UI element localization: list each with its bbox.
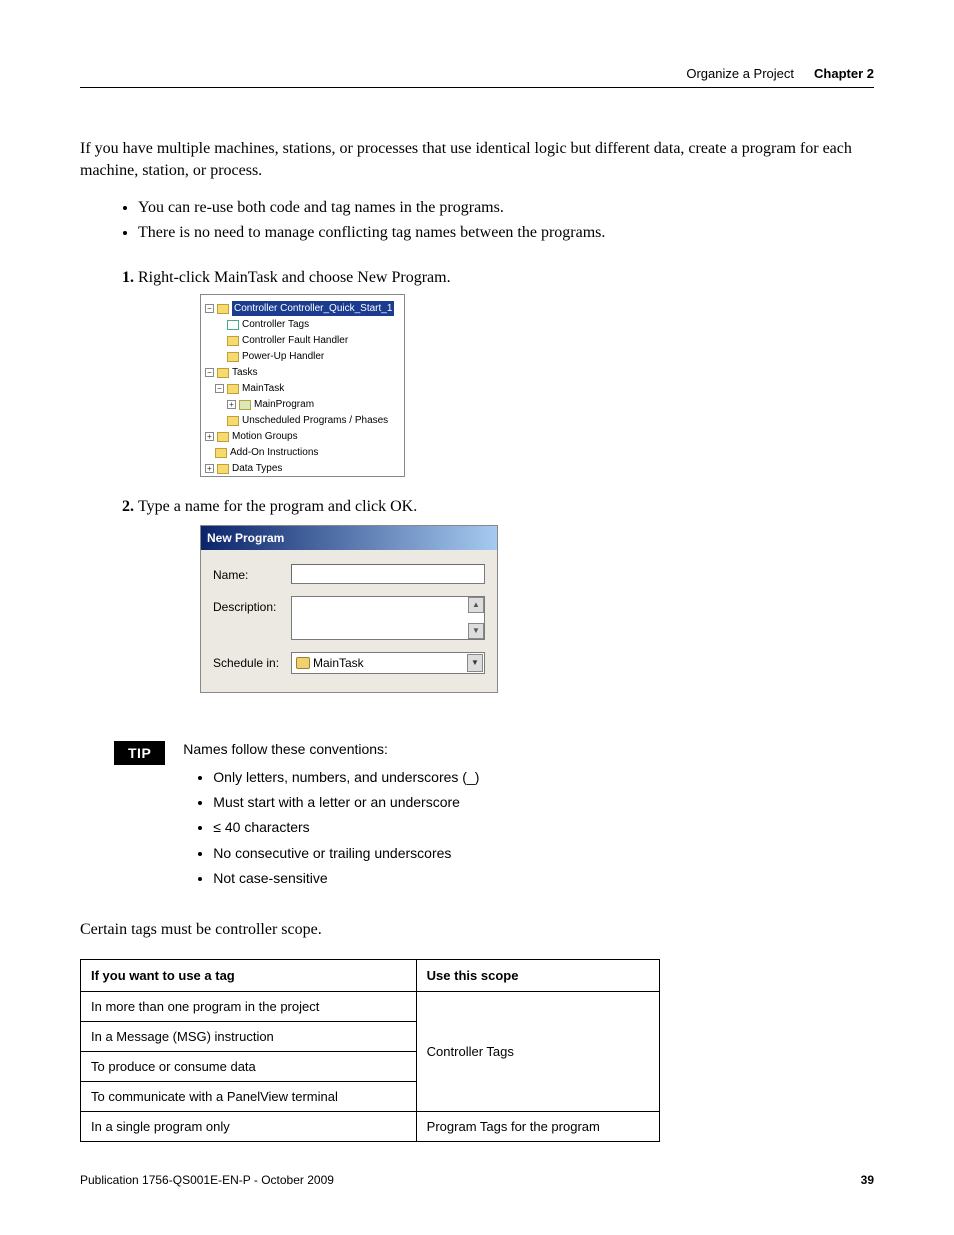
table-cell: To communicate with a PanelView terminal [81,1081,417,1111]
tree-root: Controller Controller_Quick_Start_1 [232,301,394,316]
page-number: 39 [861,1173,874,1187]
tip-item: Only letters, numbers, and underscores (… [213,765,479,790]
table-cell: To produce or consume data [81,1051,417,1081]
bullet-item: There is no need to manage conflicting t… [138,220,874,246]
tree-mainprogram: MainProgram [254,397,314,412]
task-icon [296,657,310,669]
project-tree-screenshot: − Controller Controller_Quick_Start_1 Con… [200,294,405,477]
tree-maintask: MainTask [242,381,284,396]
name-label: Name: [213,564,291,584]
tree-tasks: Tasks [232,365,258,380]
name-input[interactable] [291,564,485,584]
expand-icon: + [205,432,214,441]
table-header: Use this scope [416,959,659,991]
folder-icon [215,448,227,458]
tree-item: Power-Up Handler [242,349,324,364]
schedule-label: Schedule in: [213,652,291,672]
expand-icon: + [227,400,236,409]
dialog-title: New Program [201,526,497,550]
tree-item: Controller Fault Handler [242,333,348,348]
program-icon [239,400,251,410]
tip-badge: TIP [114,741,165,765]
table-cell: Program Tags for the program [416,1111,659,1141]
header-section: Organize a Project [686,66,794,81]
tree-unscheduled: Unscheduled Programs / Phases [242,413,388,428]
table-cell: In more than one program in the project [81,991,417,1021]
tip-item: ≤ 40 characters [213,815,479,840]
step-1: Right-click MainTask and choose New Prog… [138,266,874,477]
bullet-item: You can re-use both code and tag names i… [138,195,874,221]
tip-item: Must start with a letter or an underscor… [213,790,479,815]
new-program-dialog: New Program Name: Description: ▲ ▼ [200,525,498,693]
scrollbar[interactable]: ▲ ▼ [468,597,484,639]
tip-item: Not case-sensitive [213,866,479,891]
collapse-icon: − [205,304,214,313]
step-2: Type a name for the program and click OK… [138,495,874,693]
tree-datatypes: Data Types [232,461,282,476]
scope-intro: Certain tags must be controller scope. [80,921,874,939]
scope-table: If you want to use a tag Use this scope … [80,959,660,1142]
schedule-select[interactable]: MainTask ▼ [291,652,485,674]
schedule-value: MainTask [313,654,364,672]
page-header: Organize a Project Chapter 2 [80,66,874,88]
table-cell: In a Message (MSG) instruction [81,1021,417,1051]
tip-intro: Names follow these conventions: [183,741,479,757]
expand-icon: + [205,464,214,473]
folder-icon [227,416,239,426]
table-cell: In a single program only [81,1111,417,1141]
table-cell-merged: Controller Tags [416,991,659,1111]
steps-list: Right-click MainTask and choose New Prog… [138,266,874,693]
tags-icon [227,320,239,330]
folder-icon [217,464,229,474]
page-footer: Publication 1756-QS001E-EN-P - October 2… [80,1173,874,1187]
publication-info: Publication 1756-QS001E-EN-P - October 2… [80,1173,334,1187]
step-text: Type a name for the program and click OK… [138,498,417,515]
intro-paragraph: If you have multiple machines, stations,… [80,138,874,183]
tree-item: Controller Tags [242,317,309,332]
scroll-down-icon[interactable]: ▼ [468,623,484,639]
folder-icon [227,352,239,362]
intro-bullets: You can re-use both code and tag names i… [138,195,874,246]
description-input[interactable]: ▲ ▼ [291,596,485,640]
task-icon [227,384,239,394]
step-text: Right-click MainTask and choose New Prog… [138,269,451,286]
tree-motion: Motion Groups [232,429,298,444]
tip-list: Only letters, numbers, and underscores (… [213,765,479,891]
folder-icon [217,304,229,314]
collapse-icon: − [215,384,224,393]
table-header: If you want to use a tag [81,959,417,991]
tree-addon: Add-On Instructions [230,445,318,460]
tip-block: TIP Names follow these conventions: Only… [114,741,874,891]
scroll-up-icon[interactable]: ▲ [468,597,484,613]
header-chapter: Chapter 2 [814,66,874,81]
collapse-icon: − [205,368,214,377]
tip-item: No consecutive or trailing underscores [213,841,479,866]
folder-icon [217,368,229,378]
dropdown-icon[interactable]: ▼ [467,654,483,672]
folder-icon [217,432,229,442]
description-label: Description: [213,596,291,616]
folder-icon [227,336,239,346]
